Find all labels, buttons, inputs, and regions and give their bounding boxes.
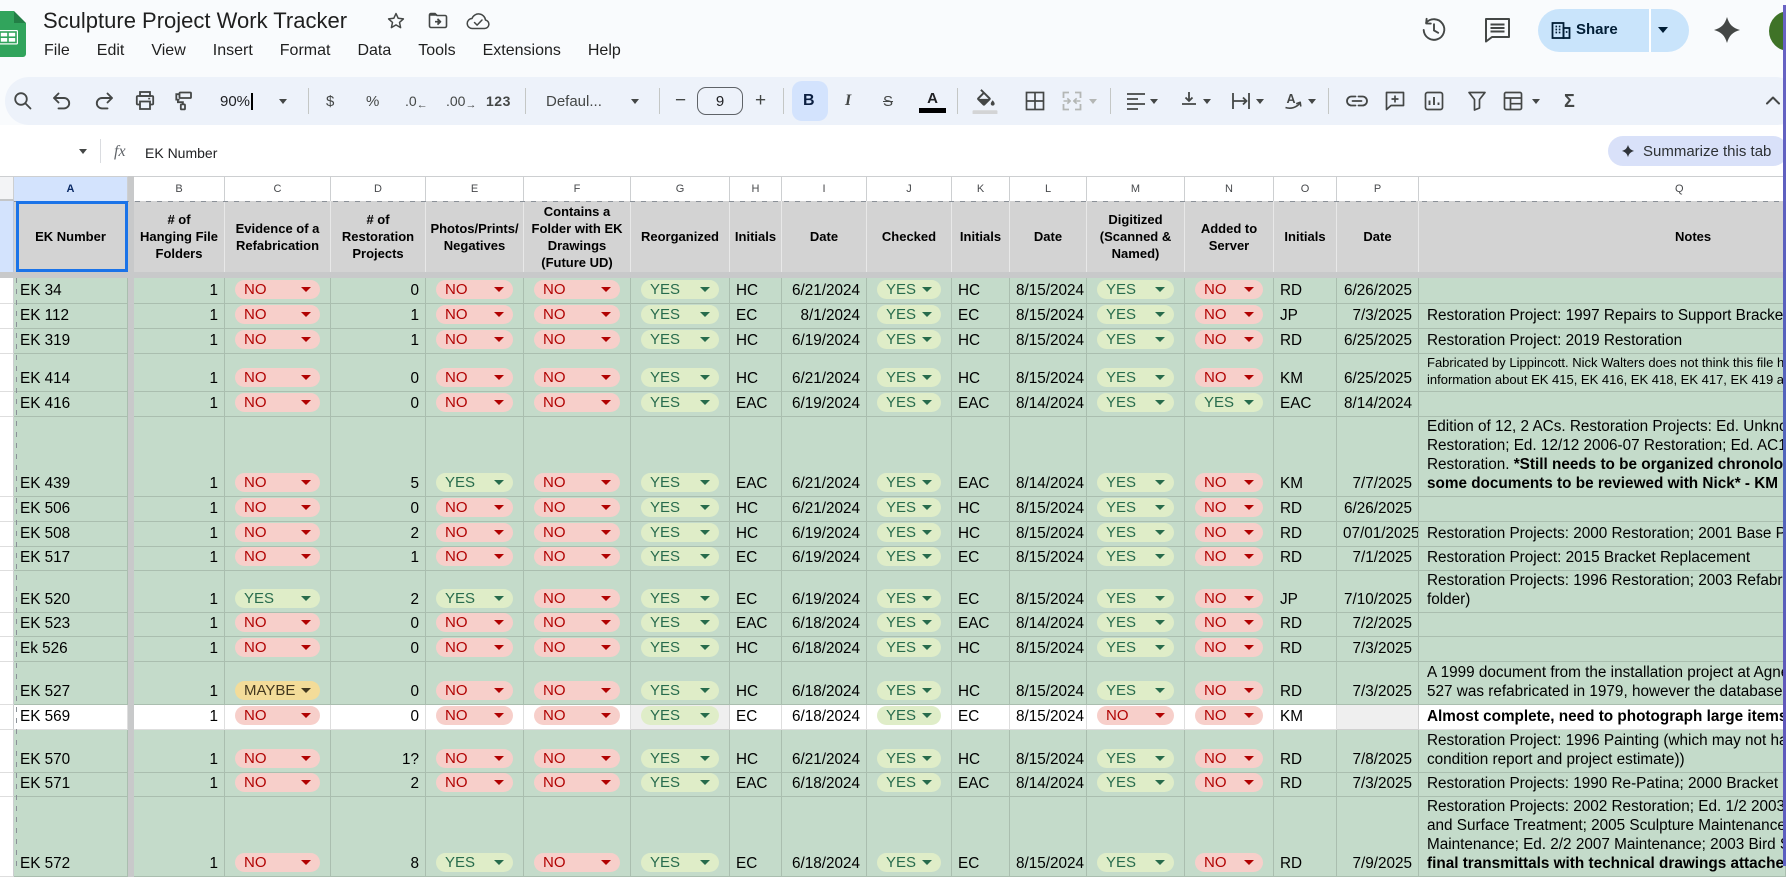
svg-text:A: A xyxy=(1287,92,1296,106)
